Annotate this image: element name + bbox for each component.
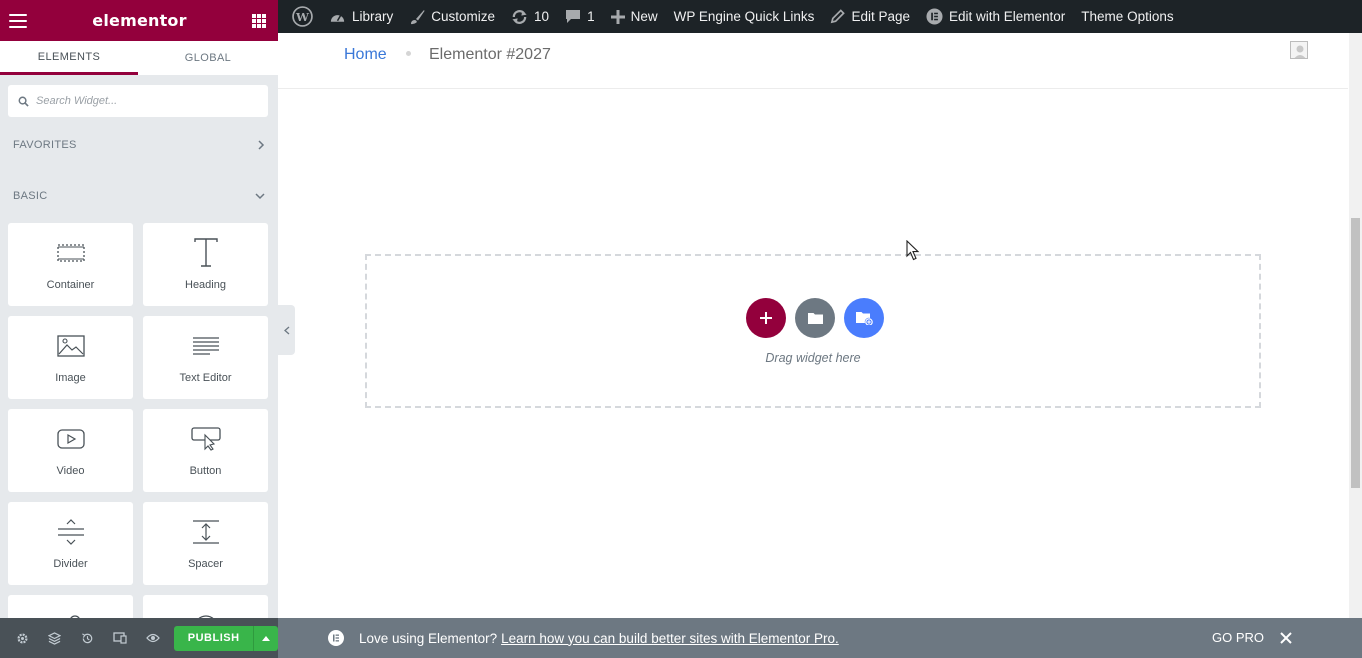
widget-spacer[interactable]: Spacer (143, 502, 268, 585)
search-icon (18, 96, 29, 107)
widgets-grid-icon[interactable] (252, 13, 266, 28)
drag-widget-hint: Drag widget here (765, 351, 861, 365)
close-icon[interactable] (1278, 630, 1294, 646)
category-label: BASIC (13, 190, 48, 202)
heading-icon (193, 237, 219, 269)
plus-icon (760, 312, 772, 324)
preview-icon[interactable] (137, 618, 170, 658)
panel-collapse-toggle[interactable] (278, 305, 295, 355)
wp-admin-bar: W Library Customize 10 1 New WP Engine Q… (278, 0, 1362, 33)
folder-plus-icon (855, 312, 873, 325)
nav-link-home[interactable]: Home (344, 46, 387, 64)
tab-global[interactable]: GLOBAL (138, 41, 278, 75)
mouse-cursor-icon (906, 240, 920, 261)
widget-container[interactable]: Container (8, 223, 133, 306)
adminbar-customize[interactable]: Customize (401, 0, 503, 33)
chevron-left-icon (283, 326, 289, 334)
navigator-icon[interactable] (39, 618, 72, 658)
updates-icon (511, 9, 528, 25)
elementor-icon (926, 8, 943, 25)
empty-section-drop-area[interactable]: Drag widget here (365, 254, 1261, 408)
category-favorites[interactable]: FAVORITES (13, 139, 265, 151)
image-icon (56, 330, 85, 362)
elementor-logo: elementor (92, 11, 187, 30)
dashboard-icon (329, 10, 346, 24)
go-pro-link[interactable]: GO PRO (1212, 630, 1264, 645)
search-widget-input[interactable] (36, 95, 256, 107)
learn-more-link[interactable]: Learn how you can build better sites wit… (501, 631, 839, 646)
chevron-down-icon (255, 193, 265, 200)
panel-footer: PUBLISH (0, 618, 278, 658)
adminbar-wordpress[interactable]: W (284, 0, 321, 33)
widget-video[interactable]: Video (8, 409, 133, 492)
text-editor-icon (192, 330, 220, 362)
video-icon (56, 423, 85, 455)
elementor-panel: elementor ELEMENTS GLOBAL FAVORITES BASI… (0, 0, 278, 658)
history-icon[interactable] (71, 618, 104, 658)
add-section-button[interactable] (746, 298, 786, 338)
widget-heading[interactable]: Heading (143, 223, 268, 306)
adminbar-edit-elementor[interactable]: Edit with Elementor (918, 0, 1073, 33)
pro-notice-bar: Love using Elementor? Learn how you can … (278, 618, 1362, 658)
divider-icon (57, 516, 85, 548)
menu-icon[interactable] (9, 13, 27, 28)
wordpress-icon: W (292, 6, 313, 27)
panel-tabs: ELEMENTS GLOBAL (0, 41, 278, 75)
publish-options-button[interactable] (253, 625, 278, 651)
folder-icon (807, 313, 823, 324)
widget-label: Video (56, 465, 85, 477)
adminbar-library[interactable]: Library (321, 0, 401, 33)
responsive-icon[interactable] (104, 618, 137, 658)
widget-label: Heading (185, 279, 226, 291)
widget-label: Text Editor (179, 372, 232, 384)
svg-text:W: W (295, 10, 310, 24)
category-basic[interactable]: BASIC (13, 190, 265, 202)
elementor-icon (328, 630, 344, 646)
adminbar-updates[interactable]: 10 (503, 0, 557, 33)
panel-header: elementor (0, 0, 278, 41)
widget-divider[interactable]: Divider (8, 502, 133, 585)
adminbar-comments[interactable]: 1 (557, 0, 603, 33)
widget-button[interactable]: Button (143, 409, 268, 492)
adminbar-theme-options[interactable]: Theme Options (1073, 0, 1181, 33)
chevron-right-icon (258, 140, 265, 150)
page-scrollbar[interactable] (1349, 33, 1362, 618)
adminbar-edit-page[interactable]: Edit Page (822, 0, 918, 33)
avatar[interactable] (1290, 41, 1308, 59)
plus-icon (610, 9, 625, 24)
widget-label: Image (55, 372, 86, 384)
pencil-icon (830, 9, 846, 24)
search-box (8, 85, 268, 117)
container-icon (56, 237, 85, 269)
category-label: FAVORITES (13, 139, 77, 151)
scrollbar-thumb[interactable] (1351, 218, 1360, 488)
adminbar-wp-engine[interactable]: WP Engine Quick Links (666, 0, 823, 33)
widget-label: Button (189, 465, 222, 477)
widget-image[interactable]: Image (8, 316, 133, 399)
site-header: Home Elementor #2027 (278, 33, 1348, 89)
publish-button[interactable]: PUBLISH (174, 625, 254, 651)
widget-label: Container (46, 279, 95, 291)
widget-text-editor[interactable]: Text Editor (143, 316, 268, 399)
kit-library-button[interactable] (844, 298, 884, 338)
add-template-button[interactable] (795, 298, 835, 338)
tab-elements[interactable]: ELEMENTS (0, 41, 138, 75)
notice-text: Love using Elementor? (359, 630, 498, 646)
button-icon (190, 423, 221, 455)
spacer-icon (192, 516, 220, 548)
widget-label: Spacer (188, 558, 223, 570)
caret-up-icon (262, 635, 271, 641)
settings-icon[interactable] (6, 618, 39, 658)
brush-icon (409, 9, 425, 25)
comments-icon (565, 9, 581, 24)
adminbar-new[interactable]: New (603, 0, 666, 33)
breadcrumb-separator (406, 51, 411, 56)
page-title: Elementor #2027 (429, 46, 551, 63)
widget-label: Divider (53, 558, 88, 570)
